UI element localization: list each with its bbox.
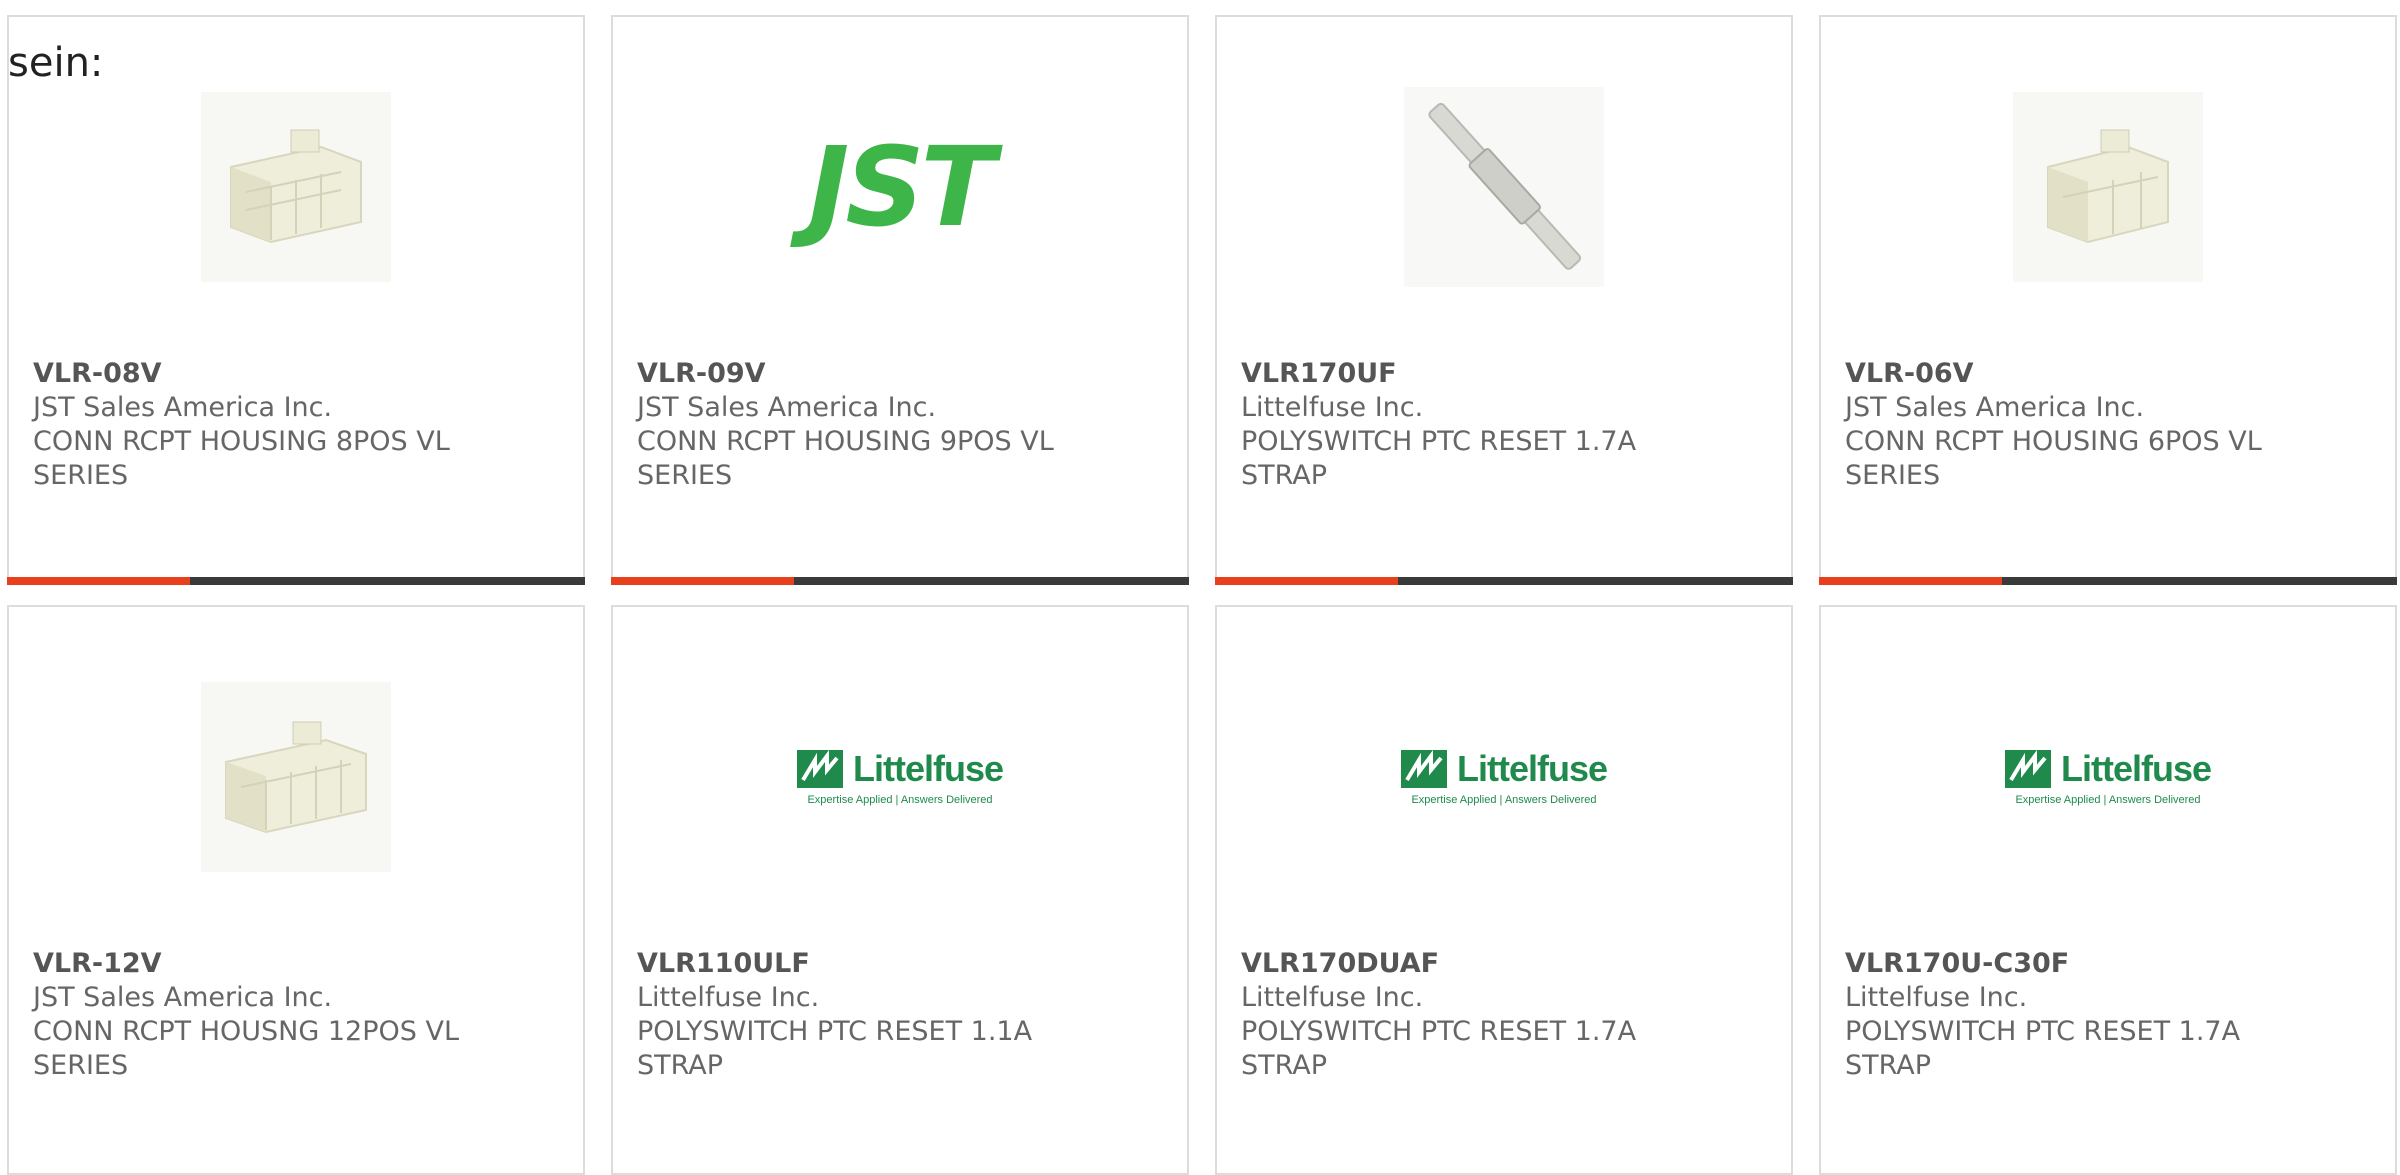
littelfuse-wordmark: Littelfuse	[2061, 748, 2212, 789]
description-line: POLYSWITCH PTC RESET 1.7A	[1845, 1016, 2241, 1047]
card-progress-bar	[611, 577, 1189, 585]
product-info: VLR110ULF Littelfuse Inc. POLYSWITCH PTC…	[637, 947, 1077, 1083]
manufacturer-name: Littelfuse Inc.	[1241, 392, 1424, 423]
connector-housing-image[interactable]	[2008, 87, 2208, 287]
part-number[interactable]: VLR-06V	[1845, 357, 2285, 391]
littelfuse-wordmark: Littelfuse	[853, 748, 1004, 789]
description-line: STRAP	[1241, 460, 1328, 491]
product-info: VLR170DUAF Littelfuse Inc. POLYSWITCH PT…	[1241, 947, 1681, 1083]
littelfuse-mark-icon	[1401, 750, 1447, 788]
description-line: POLYSWITCH PTC RESET 1.7A	[1241, 426, 1637, 457]
description-line: CONN RCPT HOUSING 6POS VL	[1845, 426, 2262, 457]
manufacturer-name: Littelfuse Inc.	[1845, 982, 2028, 1013]
card-progress-bar	[1215, 577, 1793, 585]
manufacturer-name: JST Sales America Inc.	[637, 392, 937, 423]
part-number[interactable]: VLR110ULF	[637, 947, 1077, 981]
littelfuse-logo-block: Littelfuse Expertise Applied | Answers D…	[797, 748, 1004, 806]
part-number[interactable]: VLR-08V	[33, 357, 473, 391]
card-progress-bar	[7, 577, 585, 585]
connector-housing-image[interactable]	[196, 87, 396, 287]
connector-housing-image[interactable]	[196, 677, 396, 877]
description-line: CONN RCPT HOUSNG 12POS VL	[33, 1016, 459, 1047]
description-line: SERIES	[637, 460, 733, 491]
littelfuse-logo-block: Littelfuse Expertise Applied | Answers D…	[2005, 748, 2212, 806]
littelfuse-tagline: Expertise Applied | Answers Delivered	[807, 794, 993, 806]
jst-logo[interactable]: JST	[800, 87, 1000, 287]
product-info: VLR-06V JST Sales America Inc. CONN RCPT…	[1845, 357, 2285, 493]
product-card-vlr170u-c30f[interactable]: Littelfuse Expertise Applied | Answers D…	[1819, 605, 2397, 1175]
manufacturer-name: Littelfuse Inc.	[637, 982, 820, 1013]
manufacturer-name: Littelfuse Inc.	[1241, 982, 1424, 1013]
part-number[interactable]: VLR-09V	[637, 357, 1077, 391]
littelfuse-mark-icon	[797, 750, 843, 788]
product-card-vlr-06v[interactable]: VLR-06V JST Sales America Inc. CONN RCPT…	[1819, 15, 2397, 585]
description-line: STRAP	[1845, 1050, 1932, 1081]
product-info: VLR-09V JST Sales America Inc. CONN RCPT…	[637, 357, 1077, 493]
description-line: STRAP	[1241, 1050, 1328, 1081]
product-info: VLR-12V JST Sales America Inc. CONN RCPT…	[33, 947, 473, 1083]
littelfuse-logo[interactable]: Littelfuse Expertise Applied | Answers D…	[797, 677, 1004, 877]
description-line: POLYSWITCH PTC RESET 1.7A	[1241, 1016, 1637, 1047]
jst-logo-text: JST	[808, 123, 995, 251]
littelfuse-logo-top: Littelfuse	[797, 748, 1004, 790]
product-grid: VLR-08V JST Sales America Inc. CONN RCPT…	[0, 0, 2400, 1175]
description-line: STRAP	[637, 1050, 724, 1081]
description-line: SERIES	[33, 460, 129, 491]
description-line: CONN RCPT HOUSING 8POS VL	[33, 426, 450, 457]
product-card-vlr-08v[interactable]: VLR-08V JST Sales America Inc. CONN RCPT…	[7, 15, 585, 585]
part-number[interactable]: VLR170DUAF	[1241, 947, 1681, 981]
description-line: SERIES	[33, 1050, 129, 1081]
part-number[interactable]: VLR-12V	[33, 947, 473, 981]
littelfuse-wordmark: Littelfuse	[1457, 748, 1608, 789]
card-progress-accent	[7, 577, 190, 585]
littelfuse-mark-icon	[2005, 750, 2051, 788]
littelfuse-tagline: Expertise Applied | Answers Delivered	[1411, 794, 1597, 806]
part-number[interactable]: VLR170U-C30F	[1845, 947, 2285, 981]
description-line: SERIES	[1845, 460, 1941, 491]
manufacturer-name: JST Sales America Inc.	[1845, 392, 2145, 423]
littelfuse-logo-top: Littelfuse	[2005, 748, 2212, 790]
product-info: VLR170U-C30F Littelfuse Inc. POLYSWITCH …	[1845, 947, 2285, 1083]
product-card-vlr170duaf[interactable]: Littelfuse Expertise Applied | Answers D…	[1215, 605, 1793, 1175]
littelfuse-logo-block: Littelfuse Expertise Applied | Answers D…	[1401, 748, 1608, 806]
littelfuse-tagline: Expertise Applied | Answers Delivered	[2015, 794, 2201, 806]
product-card-vlr110ulf[interactable]: Littelfuse Expertise Applied | Answers D…	[611, 605, 1189, 1175]
description-line: POLYSWITCH PTC RESET 1.1A	[637, 1016, 1033, 1047]
ptc-strap-image[interactable]	[1404, 87, 1604, 287]
page-label: sein:	[8, 40, 104, 86]
product-card-vlr170uf[interactable]: VLR170UF Littelfuse Inc. POLYSWITCH PTC …	[1215, 15, 1793, 585]
product-info: VLR-08V JST Sales America Inc. CONN RCPT…	[33, 357, 473, 493]
littelfuse-logo[interactable]: Littelfuse Expertise Applied | Answers D…	[1401, 677, 1608, 877]
card-progress-bar	[1819, 577, 2397, 585]
part-number[interactable]: VLR170UF	[1241, 357, 1681, 391]
manufacturer-name: JST Sales America Inc.	[33, 982, 333, 1013]
description-line: CONN RCPT HOUSING 9POS VL	[637, 426, 1054, 457]
card-progress-accent	[611, 577, 794, 585]
littelfuse-logo[interactable]: Littelfuse Expertise Applied | Answers D…	[2005, 677, 2212, 877]
product-info: VLR170UF Littelfuse Inc. POLYSWITCH PTC …	[1241, 357, 1681, 493]
card-progress-accent	[1819, 577, 2002, 585]
littelfuse-logo-top: Littelfuse	[1401, 748, 1608, 790]
card-progress-accent	[1215, 577, 1398, 585]
product-card-vlr-09v[interactable]: JST VLR-09V JST Sales America Inc. CONN …	[611, 15, 1189, 585]
product-card-vlr-12v[interactable]: VLR-12V JST Sales America Inc. CONN RCPT…	[7, 605, 585, 1175]
manufacturer-name: JST Sales America Inc.	[33, 392, 333, 423]
